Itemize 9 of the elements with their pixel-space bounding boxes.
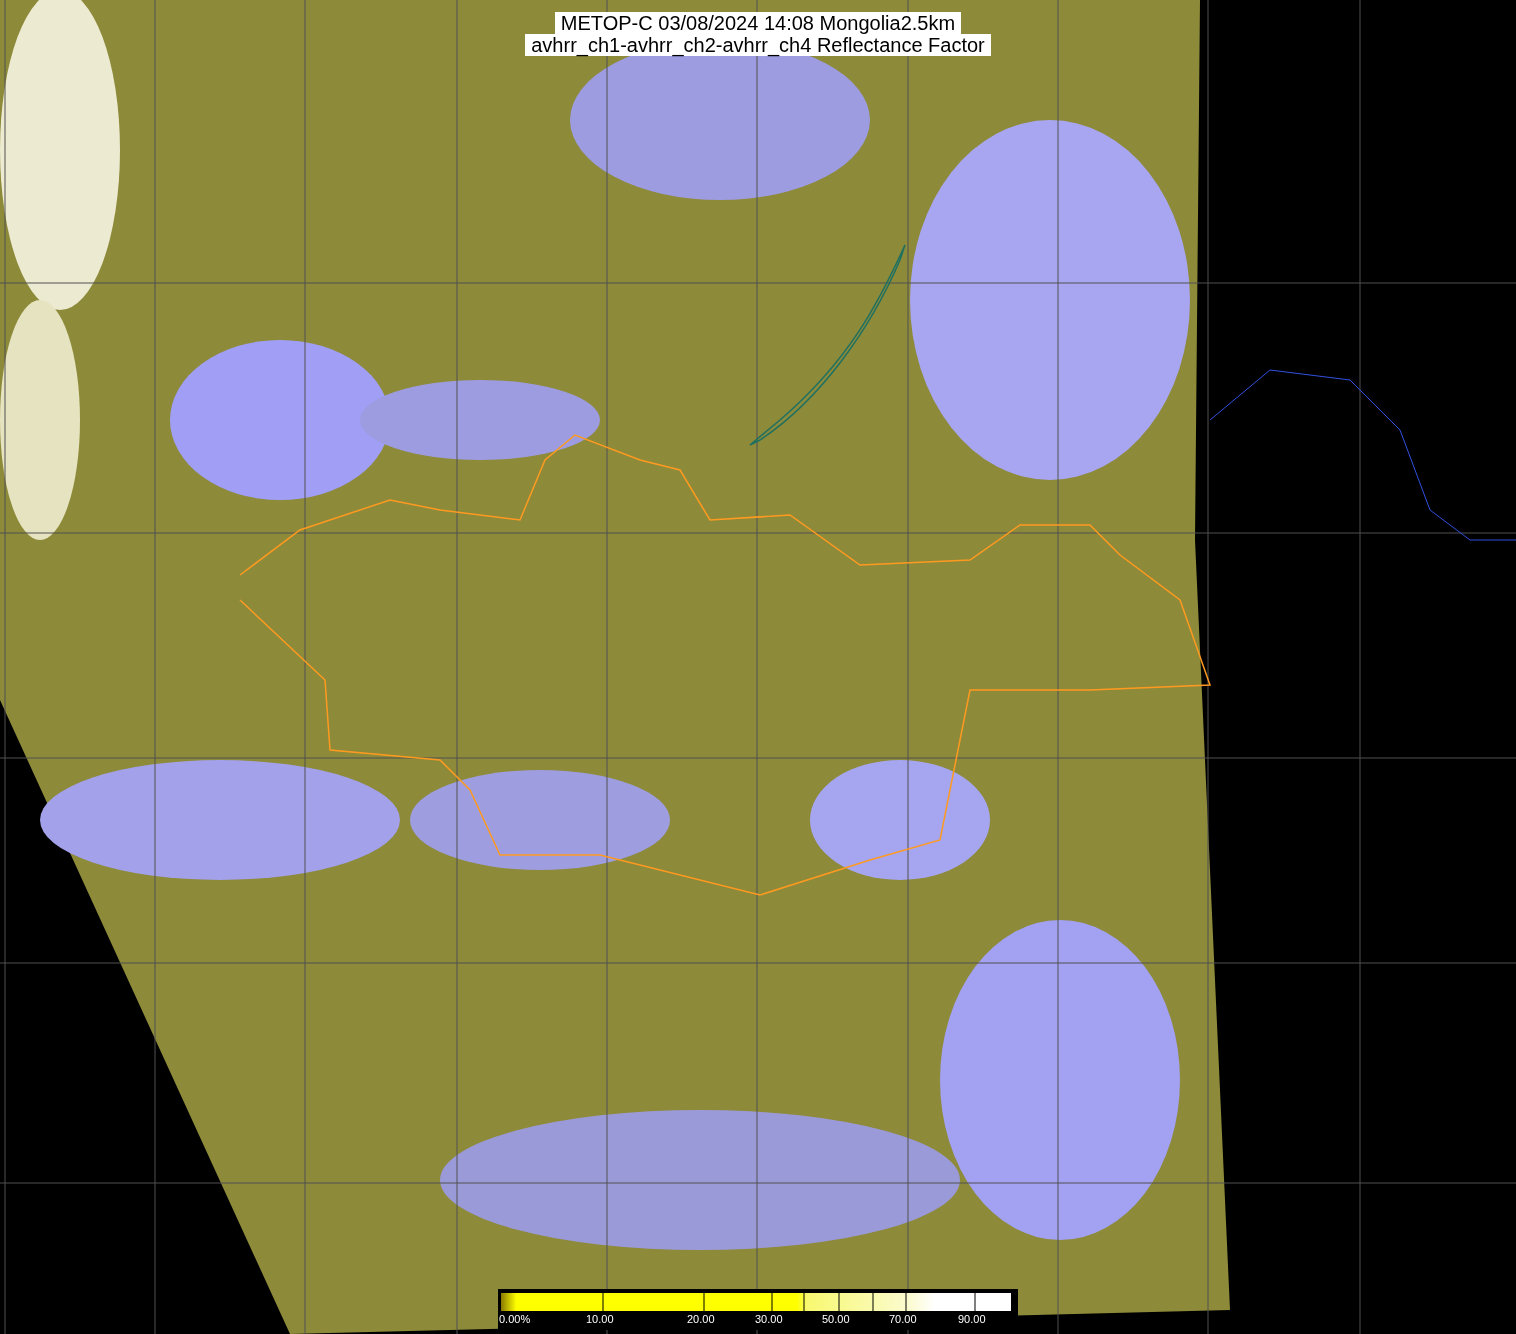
scale-label: 30.00 — [755, 1313, 783, 1326]
scale-label: 90.00 — [958, 1313, 986, 1326]
scale-label: 70.00 — [889, 1313, 917, 1326]
scale-label: 20.00 — [687, 1313, 715, 1326]
scale-label: 0.00% — [499, 1313, 531, 1326]
scale-label: 10.00 — [586, 1313, 614, 1326]
map-title: METOP-C 03/08/2024 14:08 Mongolia2.5km — [554, 12, 962, 34]
map-title: avhrr_ch1-avhrr_ch2-avhrr_ch4 Reflectance Factor — [525, 34, 991, 56]
scale-label: 50.00 — [822, 1313, 850, 1326]
